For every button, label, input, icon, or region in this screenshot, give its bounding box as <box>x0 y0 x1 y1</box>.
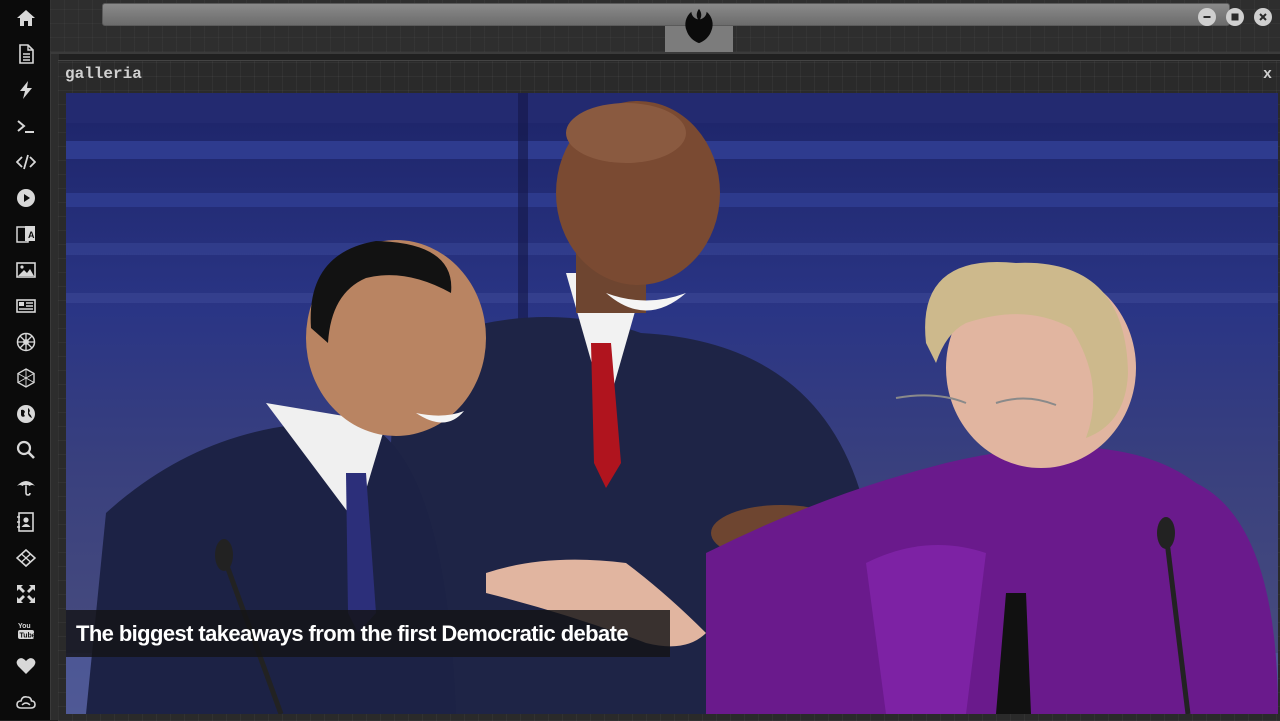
bolt-icon[interactable] <box>9 75 43 105</box>
svg-text:A: A <box>28 230 35 240</box>
maximize-button[interactable] <box>1226 8 1244 26</box>
heart-icon[interactable] <box>9 651 43 681</box>
expand-icon[interactable] <box>9 579 43 609</box>
svg-text:You: You <box>18 623 31 630</box>
address-book-icon[interactable] <box>9 507 43 537</box>
youtube-icon[interactable]: You Tube <box>9 615 43 645</box>
home-icon[interactable] <box>9 3 43 33</box>
terminal-icon[interactable] <box>9 111 43 141</box>
codepen-icon[interactable] <box>9 543 43 573</box>
image-icon[interactable] <box>9 255 43 285</box>
document-icon[interactable] <box>9 39 43 69</box>
hexagon-icon[interactable] <box>9 363 43 393</box>
address-bar[interactable] <box>102 3 1230 26</box>
code-icon[interactable] <box>9 147 43 177</box>
search-icon[interactable] <box>9 435 43 465</box>
minimize-button[interactable] <box>1198 8 1216 26</box>
window-close-button[interactable]: x <box>1263 66 1272 83</box>
umbrella-icon[interactable] <box>9 471 43 501</box>
window-title: galleria <box>65 65 142 83</box>
close-button[interactable] <box>1254 8 1272 26</box>
image-caption: The biggest takeaways from the first Dem… <box>66 610 670 657</box>
empire-icon[interactable] <box>9 327 43 357</box>
newspaper-icon[interactable] <box>9 291 43 321</box>
cloud-icon[interactable] <box>9 687 43 717</box>
sidebar-dock: A You Tube <box>0 0 50 720</box>
translate-icon[interactable]: A <box>9 219 43 249</box>
svg-text:Tube: Tube <box>20 633 36 640</box>
play-icon[interactable] <box>9 183 43 213</box>
caption-text: The biggest takeaways from the first Dem… <box>76 621 629 646</box>
globe-icon[interactable] <box>9 399 43 429</box>
top-bar <box>50 0 1280 54</box>
rebel-alliance-icon[interactable] <box>680 6 718 46</box>
